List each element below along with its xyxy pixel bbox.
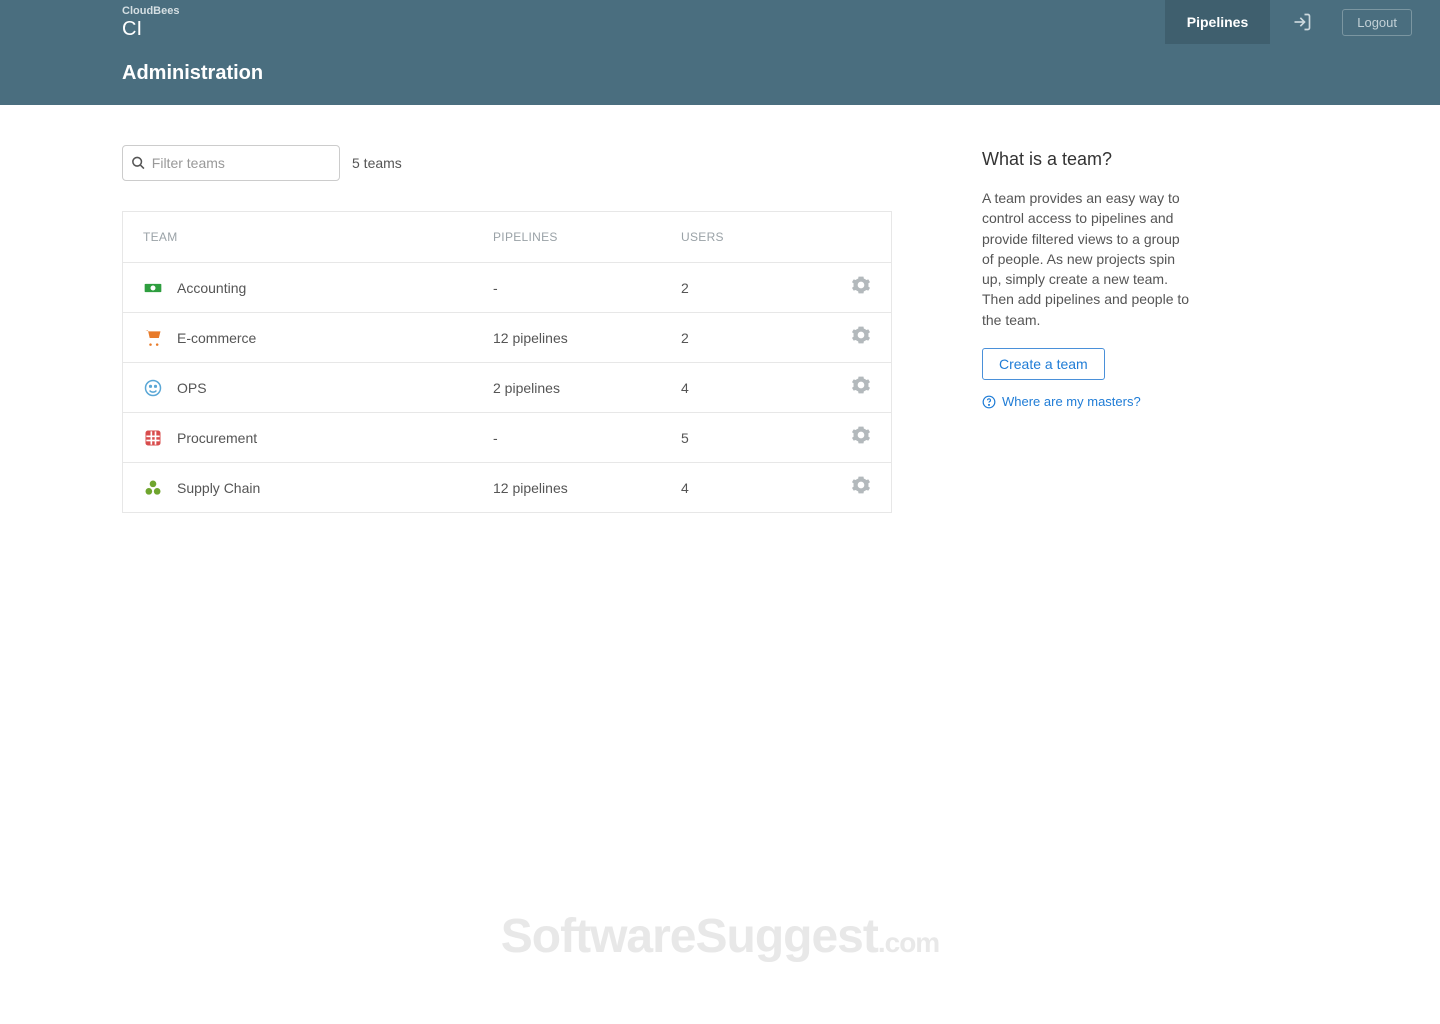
create-team-button[interactable]: Create a team	[982, 348, 1105, 380]
subheader: Administration	[0, 44, 1440, 105]
team-name: OPS	[177, 380, 207, 396]
search-wrap[interactable]	[122, 145, 340, 181]
team-cell: OPS	[143, 378, 493, 398]
sidebar: What is a team? A team provides an easy …	[982, 145, 1192, 513]
logout-button[interactable]: Logout	[1342, 9, 1412, 36]
team-icon	[143, 428, 163, 448]
pipelines-cell: 2 pipelines	[493, 380, 681, 396]
team-icon	[143, 478, 163, 498]
team-name: Accounting	[177, 280, 246, 296]
team-icon	[143, 278, 163, 298]
filter-row: 5 teams	[122, 145, 892, 181]
main-column: 5 teams TEAM PIPELINES USERS Accounting …	[122, 145, 892, 513]
page-title: Administration	[122, 62, 1440, 85]
help-link[interactable]: Where are my masters?	[982, 394, 1192, 409]
gear-icon[interactable]	[851, 425, 871, 450]
gear-icon[interactable]	[851, 275, 871, 300]
th-team: TEAM	[143, 230, 493, 244]
pipelines-cell: 12 pipelines	[493, 330, 681, 346]
content: 5 teams TEAM PIPELINES USERS Accounting …	[0, 105, 1440, 513]
brand-name-small: CloudBees	[122, 6, 179, 17]
team-name: E-commerce	[177, 330, 256, 346]
login-icon	[1292, 12, 1312, 32]
nav-pipelines[interactable]: Pipelines	[1165, 0, 1270, 44]
brand[interactable]: CloudBees CI	[122, 6, 179, 39]
users-cell: 5	[681, 430, 841, 446]
users-cell: 4	[681, 480, 841, 496]
table-row[interactable]: OPS 2 pipelines 4	[123, 363, 891, 413]
table-row[interactable]: Supply Chain 12 pipelines 4	[123, 463, 891, 512]
nav-pipelines-label: Pipelines	[1187, 14, 1248, 30]
users-cell: 2	[681, 330, 841, 346]
watermark-suffix: .com	[878, 927, 939, 958]
team-cell: Procurement	[143, 428, 493, 448]
team-cell: Accounting	[143, 278, 493, 298]
help-link-label: Where are my masters?	[1002, 394, 1141, 409]
table-body: Accounting - 2 E-commerce 12 pipelines 2…	[123, 263, 891, 512]
team-count: 5 teams	[352, 155, 402, 171]
brand-name-large: CI	[122, 19, 179, 39]
th-users: USERS	[681, 230, 841, 244]
sidebar-text: A team provides an easy way to control a…	[982, 188, 1192, 330]
table-row[interactable]: E-commerce 12 pipelines 2	[123, 313, 891, 363]
gear-icon[interactable]	[851, 475, 871, 500]
team-name: Procurement	[177, 430, 257, 446]
users-cell: 2	[681, 280, 841, 296]
login-icon-button[interactable]	[1270, 0, 1334, 44]
pipelines-cell: -	[493, 280, 681, 296]
users-cell: 4	[681, 380, 841, 396]
sidebar-title: What is a team?	[982, 149, 1192, 170]
help-icon	[982, 395, 996, 409]
header-right: Pipelines Logout	[1165, 0, 1440, 44]
th-actions	[841, 230, 871, 244]
team-cell: Supply Chain	[143, 478, 493, 498]
pipelines-cell: 12 pipelines	[493, 480, 681, 496]
table-header: TEAM PIPELINES USERS	[123, 212, 891, 263]
gear-cell	[841, 475, 871, 500]
gear-icon[interactable]	[851, 325, 871, 350]
watermark-main: SoftwareSuggest	[501, 910, 878, 963]
team-icon	[143, 378, 163, 398]
table-row[interactable]: Procurement - 5	[123, 413, 891, 463]
gear-cell	[841, 425, 871, 450]
watermark: SoftwareSuggest.com	[501, 909, 939, 964]
gear-cell	[841, 375, 871, 400]
header-top-bar: CloudBees CI Pipelines Logout	[0, 0, 1440, 44]
gear-icon[interactable]	[851, 375, 871, 400]
search-icon	[131, 155, 146, 171]
team-icon	[143, 328, 163, 348]
table-row[interactable]: Accounting - 2	[123, 263, 891, 313]
team-name: Supply Chain	[177, 480, 260, 496]
team-cell: E-commerce	[143, 328, 493, 348]
gear-cell	[841, 275, 871, 300]
search-input[interactable]	[146, 155, 331, 171]
gear-cell	[841, 325, 871, 350]
teams-table: TEAM PIPELINES USERS Accounting - 2 E-co…	[122, 211, 892, 513]
th-pipelines: PIPELINES	[493, 230, 681, 244]
pipelines-cell: -	[493, 430, 681, 446]
header: CloudBees CI Pipelines Logout Administra…	[0, 0, 1440, 105]
